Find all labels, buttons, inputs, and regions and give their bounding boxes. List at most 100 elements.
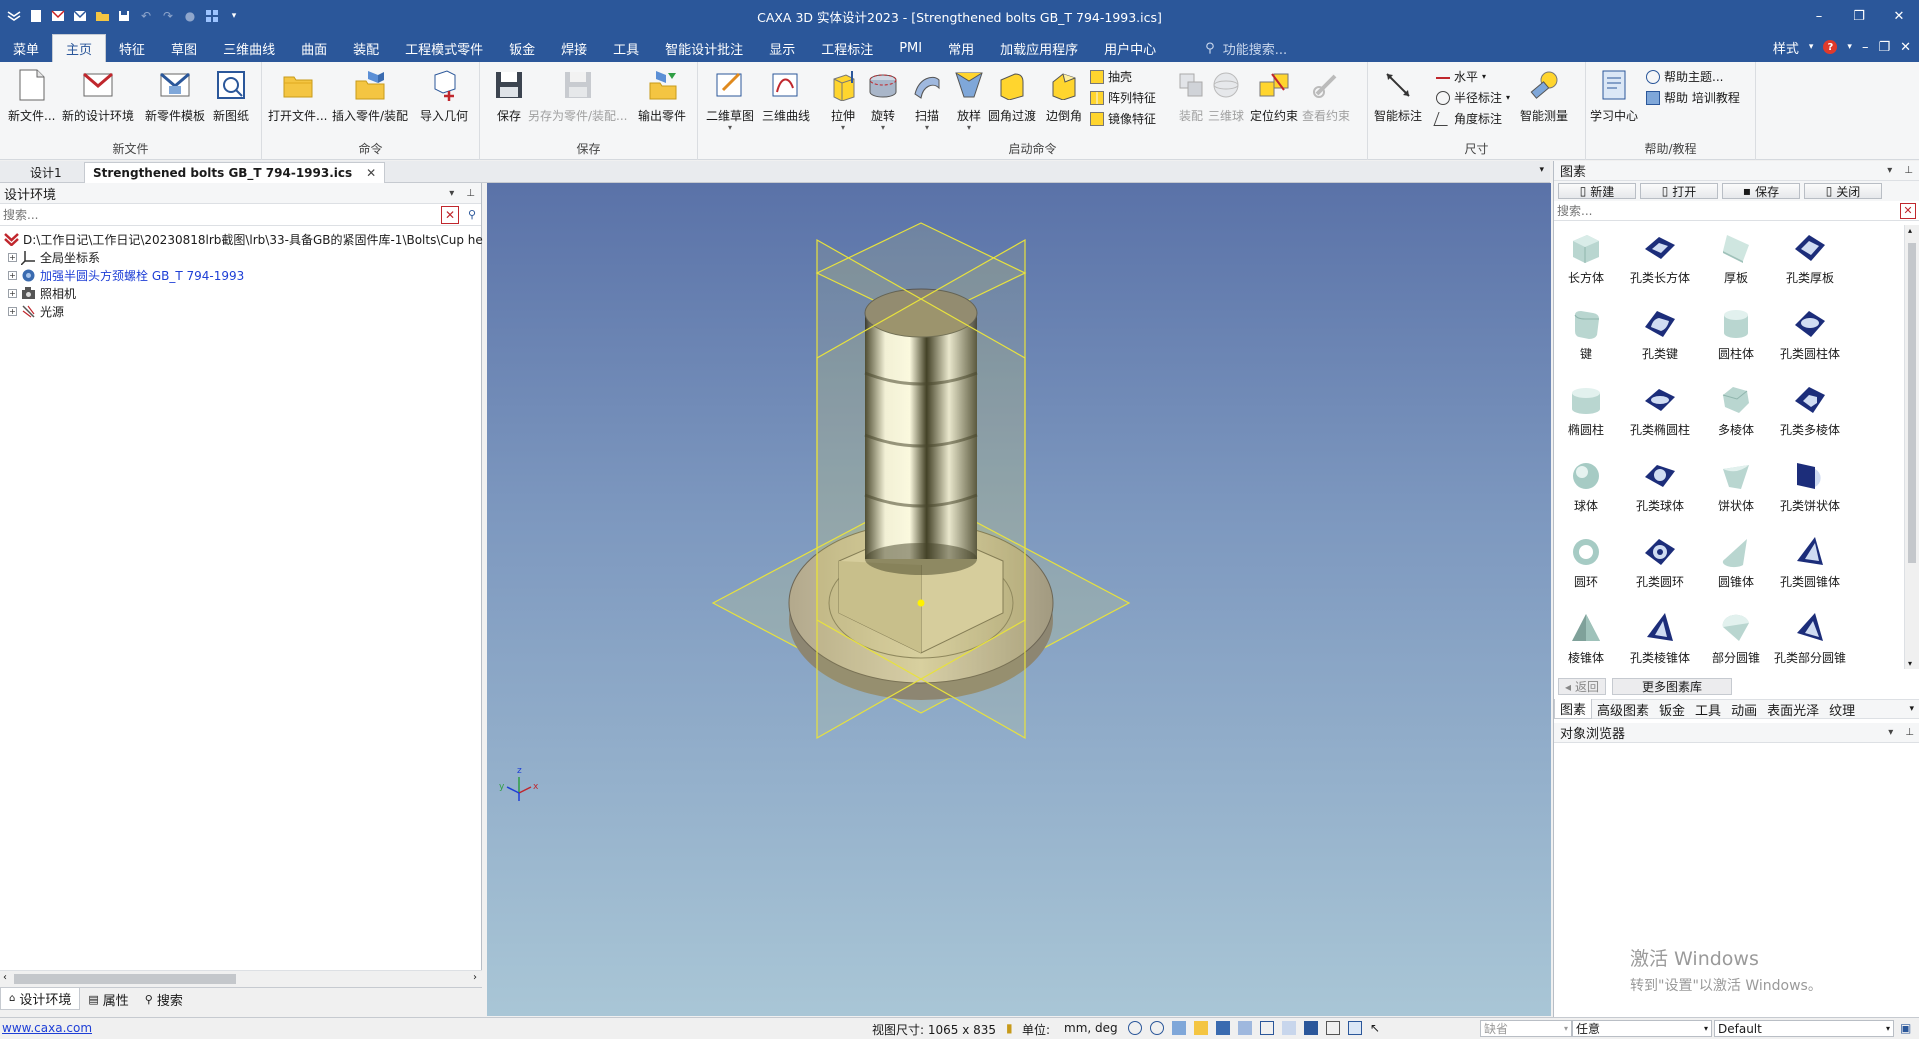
catalog-tab-animation[interactable]: 动画	[1726, 700, 1762, 719]
help-dropdown-icon[interactable]: ▾	[1847, 42, 1852, 52]
catalog-item-partial-cone[interactable]: 部分圆锥	[1696, 611, 1776, 666]
zoom-fit-icon[interactable]	[1128, 1021, 1142, 1035]
assembly-button[interactable]: 装配	[1174, 68, 1208, 124]
function-search[interactable]: ⚲ 功能搜索...	[1169, 34, 1287, 62]
position-constraint-button[interactable]: 定位约束	[1250, 68, 1298, 124]
style-menu[interactable]: 样式	[1773, 38, 1799, 57]
smart-measure-button[interactable]: 智能测量	[1520, 68, 1568, 124]
export-part-button[interactable]: 输出零件	[638, 68, 686, 124]
catalog-vertical-scrollbar[interactable]: ▴ ▾	[1904, 225, 1919, 669]
undo-icon[interactable]: ↶	[138, 8, 154, 24]
selection-mode-combo[interactable]: 任意 ▾	[1572, 1020, 1712, 1037]
pin-icon[interactable]: ⊥	[466, 188, 475, 199]
tab-common[interactable]: 常用	[935, 34, 987, 62]
catalog-search-input[interactable]	[1554, 201, 1900, 220]
config-combo[interactable]: Default ▾	[1714, 1020, 1894, 1037]
tab-menu[interactable]: 菜单	[0, 34, 52, 62]
revolve-button[interactable]: 旋转 ▾	[866, 68, 900, 132]
mirror-feature-button[interactable]: 镜像特征	[1090, 110, 1156, 127]
new-part-template-button[interactable]: 新零件模板	[145, 68, 205, 124]
pick-filter-combo[interactable]: 缺省 ▾	[1480, 1020, 1572, 1037]
tab-engineering-dimension[interactable]: 工程标注	[808, 34, 886, 62]
catalog-save-button[interactable]: ▪ 保存	[1722, 183, 1800, 199]
bolt-model[interactable]: z x y	[487, 183, 1551, 1016]
curve-3d-button[interactable]: 三维曲线	[762, 68, 810, 124]
catalog-tab-texture[interactable]: 纹理	[1824, 700, 1860, 719]
website-link[interactable]: www.caxa.com	[2, 1021, 92, 1035]
filter-icon[interactable]	[1326, 1021, 1340, 1035]
catalog-item-hole-torus[interactable]: 孔类圆环	[1620, 535, 1700, 590]
catalog-new-button[interactable]: ▯ 新建	[1558, 183, 1636, 199]
close-button[interactable]: ✕	[1879, 0, 1919, 32]
display-mode-icon[interactable]	[1304, 1021, 1318, 1035]
restore-button[interactable]: ❐	[1839, 0, 1879, 32]
catalog-item-hole-cylinder[interactable]: 孔类圆柱体	[1770, 307, 1850, 362]
tab-feature[interactable]: 特征	[106, 34, 158, 62]
tab-sheet-metal[interactable]: 钣金	[496, 34, 548, 62]
more-catalogs-button[interactable]: 更多图素库	[1612, 678, 1733, 695]
scroll-right-icon[interactable]: ›	[473, 972, 477, 983]
filter-search-icon[interactable]: ⚲	[463, 206, 481, 224]
new-template-icon[interactable]	[72, 8, 88, 24]
catalog-item-key[interactable]: 键	[1546, 307, 1626, 362]
ball-3d-button[interactable]: 三维球	[1208, 68, 1244, 124]
catalog-item-elliptic-cylinder[interactable]: 椭圆柱	[1546, 383, 1626, 438]
help-topics-button[interactable]: 帮助主题...	[1646, 68, 1723, 85]
expand-icon[interactable]: +	[8, 252, 17, 262]
tab-design-environment[interactable]: ⌂ 设计环境	[0, 988, 81, 1010]
catalog-tabs-dropdown-icon[interactable]: ▾	[1909, 704, 1914, 714]
learning-center-button[interactable]: 学习中心	[1590, 68, 1638, 124]
pin-icon[interactable]: ⊥	[1905, 727, 1914, 738]
open-file-button[interactable]: 打开文件...	[268, 68, 327, 124]
tab-assembly[interactable]: 装配	[340, 34, 392, 62]
catalog-item-hole-key[interactable]: 孔类键	[1620, 307, 1700, 362]
catalog-item-hole-pyramid[interactable]: 孔类棱锥体	[1620, 611, 1700, 666]
tab-pmi[interactable]: PMI	[886, 34, 935, 62]
open-folder-icon[interactable]	[94, 8, 110, 24]
catalog-tab-advanced[interactable]: 高级图素	[1592, 700, 1654, 719]
sweep-button[interactable]: 扫描 ▾	[910, 68, 944, 132]
tab-user-center[interactable]: 用户中心	[1091, 34, 1169, 62]
tab-search[interactable]: ⚲ 搜索	[137, 988, 191, 1010]
customize-dropdown-icon[interactable]: ▾	[226, 8, 242, 24]
catalog-tab-elements[interactable]: 图素	[1554, 699, 1593, 719]
save-as-part-button[interactable]: 另存为零件/装配...	[528, 68, 628, 124]
fillet-button[interactable]: 圆角过渡	[988, 68, 1036, 124]
tab-list-dropdown-icon[interactable]: ▾	[1539, 165, 1544, 175]
design-tree-search-input[interactable]	[0, 204, 441, 225]
app-logo-icon[interactable]	[6, 8, 22, 24]
new-drawing-button[interactable]: 新图纸	[213, 68, 249, 124]
dropdown-arrow-icon[interactable]: ▾	[728, 124, 732, 132]
redo-icon[interactable]: ↷	[160, 8, 176, 24]
tree-item-bolt-part[interactable]: + 加强半圆头方颈螺栓 GB_T 794-1993	[0, 266, 481, 284]
tree-item-design-root[interactable]: D:\工作日记\工作日记\20230818lrb截图\lrb\33-具备GB的紧…	[0, 230, 483, 248]
panel-menu-dropdown-icon[interactable]: ▾	[1887, 165, 1892, 176]
dropdown-arrow-icon[interactable]: ▾	[967, 124, 971, 132]
perspective-icon[interactable]	[1260, 1021, 1274, 1035]
catalog-tab-sheet-metal[interactable]: 钣金	[1654, 700, 1690, 719]
tab-tools[interactable]: 工具	[600, 34, 652, 62]
tab-display[interactable]: 显示	[756, 34, 808, 62]
catalog-open-button[interactable]: ▯ 打开	[1640, 183, 1718, 199]
tab-sketch[interactable]: 草图	[158, 34, 210, 62]
tab-welding[interactable]: 焊接	[548, 34, 600, 62]
scroll-left-icon[interactable]: ‹	[3, 972, 7, 983]
section-icon[interactable]	[1238, 1021, 1252, 1035]
sketch-2d-button[interactable]: 二维草图 ▾	[706, 68, 754, 132]
dropdown-arrow-icon[interactable]: ▾	[925, 124, 929, 132]
close-tab-icon[interactable]: ✕	[366, 166, 376, 180]
catalog-item-hole-partial-cone[interactable]: 孔类部分圆锥	[1770, 611, 1850, 666]
catalog-item-hole-thick-plate[interactable]: 孔类厚板	[1770, 231, 1850, 286]
scroll-thumb[interactable]	[1908, 243, 1916, 563]
catalog-item-hole-elliptic-cylinder[interactable]: 孔类椭圆柱	[1620, 383, 1700, 438]
anchor-point[interactable]	[917, 599, 925, 607]
tab-surface[interactable]: 曲面	[288, 34, 340, 62]
grid-settings-icon[interactable]	[204, 8, 220, 24]
clear-search-icon[interactable]: ✕	[1900, 202, 1916, 219]
new-file-icon[interactable]	[28, 8, 44, 24]
zoom-icon[interactable]	[1150, 1021, 1164, 1035]
catalog-item-polygonal-prism[interactable]: 多棱体	[1696, 383, 1776, 438]
ribbon-minimize-icon[interactable]: –	[1862, 40, 1869, 55]
catalog-item-hole-pie[interactable]: 孔类饼状体	[1770, 459, 1850, 514]
insert-part-button[interactable]: 插入零件/装配	[332, 68, 408, 124]
